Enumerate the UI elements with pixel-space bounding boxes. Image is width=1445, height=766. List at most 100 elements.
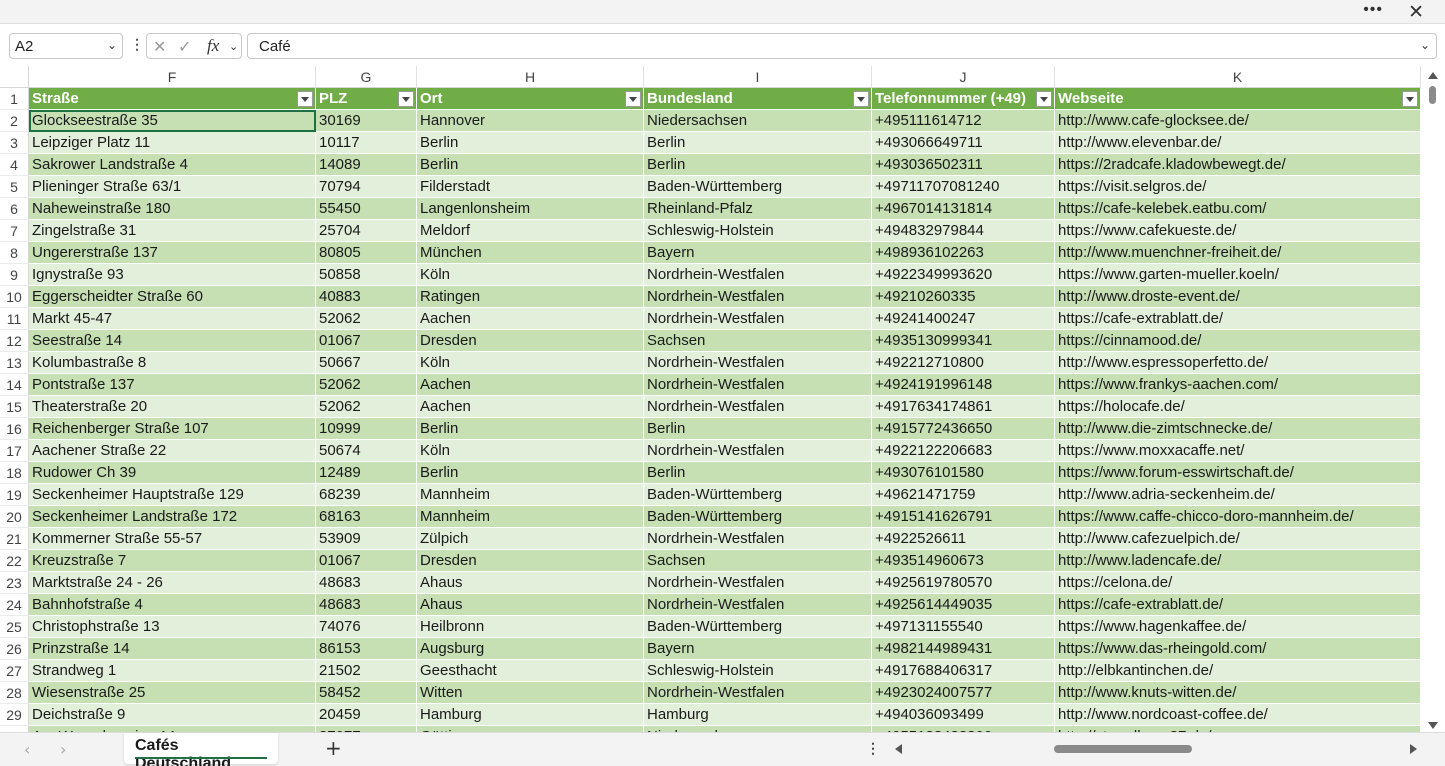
row-number[interactable]: 17	[0, 440, 29, 462]
table-cell[interactable]: Glockseestraße 35	[29, 110, 316, 132]
table-cell[interactable]: https://celona.de/	[1055, 572, 1421, 594]
spreadsheet-grid[interactable]: FGHIJK 1 Straße PLZ Ort Bundesland Telefonnum…	[0, 66, 1445, 733]
table-cell[interactable]: Schleswig-Holstein	[644, 660, 872, 682]
table-cell[interactable]: http://www.ladencafe.de/	[1055, 550, 1421, 572]
table-cell[interactable]: 68239	[316, 484, 417, 506]
table-cell[interactable]: Seckenheimer Hauptstraße 129	[29, 484, 316, 506]
table-cell[interactable]: Nordrhein-Westfalen	[644, 594, 872, 616]
table-cell[interactable]: 48683	[316, 594, 417, 616]
table-cell[interactable]: Aachen	[417, 374, 644, 396]
table-cell[interactable]: Ignystraße 93	[29, 264, 316, 286]
table-cell[interactable]: 12489	[316, 462, 417, 484]
table-cell[interactable]: Leipziger Platz 11	[29, 132, 316, 154]
table-cell[interactable]: 50674	[316, 440, 417, 462]
sheet-tab-active[interactable]: Cafés Deutschland	[124, 733, 278, 766]
row-number[interactable]: 7	[0, 220, 29, 242]
row-number[interactable]: 19	[0, 484, 29, 506]
table-cell[interactable]: https://cafe-extrablatt.de/	[1055, 594, 1421, 616]
table-cell[interactable]: https://visit.selgros.de/	[1055, 176, 1421, 198]
name-box[interactable]: A2 ⌄	[9, 33, 123, 59]
table-cell[interactable]: 25704	[316, 220, 417, 242]
table-cell[interactable]: 74076	[316, 616, 417, 638]
scroll-down-icon[interactable]	[1428, 722, 1438, 729]
table-cell[interactable]: Nordrhein-Westfalen	[644, 682, 872, 704]
table-cell[interactable]: 01067	[316, 330, 417, 352]
table-cell[interactable]: Filderstadt	[417, 176, 644, 198]
table-cell[interactable]: 52062	[316, 308, 417, 330]
column-header-j[interactable]: J	[872, 66, 1055, 88]
table-cell[interactable]: http://www.droste-event.de/	[1055, 286, 1421, 308]
table-cell[interactable]: Nordrhein-Westfalen	[644, 572, 872, 594]
row-number[interactable]: 15	[0, 396, 29, 418]
table-cell[interactable]: Ahaus	[417, 572, 644, 594]
table-cell[interactable]: 53909	[316, 528, 417, 550]
table-cell[interactable]: +497131155540	[872, 616, 1055, 638]
table-cell[interactable]: 50667	[316, 352, 417, 374]
table-cell[interactable]: Dresden	[417, 330, 644, 352]
table-cell[interactable]: +492212710800	[872, 352, 1055, 374]
row-number[interactable]: 26	[0, 638, 29, 660]
column-header-f[interactable]: F	[29, 66, 316, 88]
table-cell[interactable]: Aachener Straße 22	[29, 440, 316, 462]
table-cell[interactable]: 58452	[316, 682, 417, 704]
table-cell[interactable]: München	[417, 242, 644, 264]
table-cell[interactable]: https://holocafe.de/	[1055, 396, 1421, 418]
vertical-scroll-thumb[interactable]	[1429, 86, 1436, 104]
add-sheet-icon[interactable]: +	[325, 736, 342, 760]
table-cell[interactable]: http://www.muenchner-freiheit.de/	[1055, 242, 1421, 264]
table-cell[interactable]: +494832979844	[872, 220, 1055, 242]
table-cell[interactable]: Hannover	[417, 110, 644, 132]
table-cell[interactable]: Dresden	[417, 550, 644, 572]
chevron-down-icon[interactable]: ⌄	[229, 40, 238, 53]
table-cell[interactable]: https://cafe-kelebek.eatbu.com/	[1055, 198, 1421, 220]
table-cell[interactable]: Baden-Württemberg	[644, 176, 872, 198]
table-cell[interactable]: Witten	[417, 682, 644, 704]
table-cell[interactable]: Baden-Württemberg	[644, 484, 872, 506]
row-number[interactable]: 13	[0, 352, 29, 374]
table-cell[interactable]: +493066649711	[872, 132, 1055, 154]
table-cell[interactable]: Ratingen	[417, 286, 644, 308]
table-cell[interactable]: Rheinland-Pfalz	[644, 198, 872, 220]
table-cell[interactable]: +4967014131814	[872, 198, 1055, 220]
cancel-icon[interactable]: ✕	[153, 37, 166, 56]
vertical-ellipsis-icon[interactable]: ⋮	[130, 36, 144, 53]
table-cell[interactable]: Köln	[417, 352, 644, 374]
table-cell[interactable]: 14089	[316, 154, 417, 176]
table-cell[interactable]: Schleswig-Holstein	[644, 220, 872, 242]
table-cell[interactable]: Berlin	[417, 418, 644, 440]
table-cell[interactable]: Berlin	[644, 154, 872, 176]
select-all-corner[interactable]	[0, 66, 29, 88]
table-cell[interactable]: Berlin	[417, 132, 644, 154]
table-cell[interactable]: Baden-Württemberg	[644, 616, 872, 638]
table-cell[interactable]: Nordrhein-Westfalen	[644, 440, 872, 462]
table-cell[interactable]: +493514960673	[872, 550, 1055, 572]
row-number[interactable]: 22	[0, 550, 29, 572]
table-cell[interactable]: Prinzstraße 14	[29, 638, 316, 660]
table-cell[interactable]: Berlin	[644, 132, 872, 154]
table-cell[interactable]: https://www.caffe-chicco-doro-mannheim.d…	[1055, 506, 1421, 528]
table-cell[interactable]: Seckenheimer Landstraße 172	[29, 506, 316, 528]
table-cell[interactable]: Nordrhein-Westfalen	[644, 352, 872, 374]
column-header-i[interactable]: I	[644, 66, 872, 88]
row-number[interactable]: 27	[0, 660, 29, 682]
filter-dropdown-icon[interactable]	[1036, 91, 1052, 107]
table-cell[interactable]: 70794	[316, 176, 417, 198]
column-header-h[interactable]: H	[417, 66, 644, 88]
table-cell[interactable]: Nordrhein-Westfalen	[644, 264, 872, 286]
table-cell[interactable]: +4924191996148	[872, 374, 1055, 396]
table-cell[interactable]: 52062	[316, 396, 417, 418]
table-cell[interactable]: https://www.frankys-aachen.com/	[1055, 374, 1421, 396]
table-cell[interactable]: Hamburg	[417, 704, 644, 726]
table-cell[interactable]: +4915772436650	[872, 418, 1055, 440]
table-cell[interactable]: Augsburg	[417, 638, 644, 660]
table-cell[interactable]: http://www.cafezuelpich.de/	[1055, 528, 1421, 550]
row-number[interactable]: 28	[0, 682, 29, 704]
table-cell[interactable]: Sachsen	[644, 330, 872, 352]
table-cell[interactable]: +49241400247	[872, 308, 1055, 330]
close-icon[interactable]: ✕	[1408, 1, 1424, 23]
table-cell[interactable]: https://2radcafe.kladowbewegt.de/	[1055, 154, 1421, 176]
table-cell[interactable]: Bayern	[644, 638, 872, 660]
column-header-g[interactable]: G	[316, 66, 417, 88]
table-cell[interactable]: Plieninger Straße 63/1	[29, 176, 316, 198]
chevron-down-icon[interactable]: ⌄	[107, 38, 117, 52]
